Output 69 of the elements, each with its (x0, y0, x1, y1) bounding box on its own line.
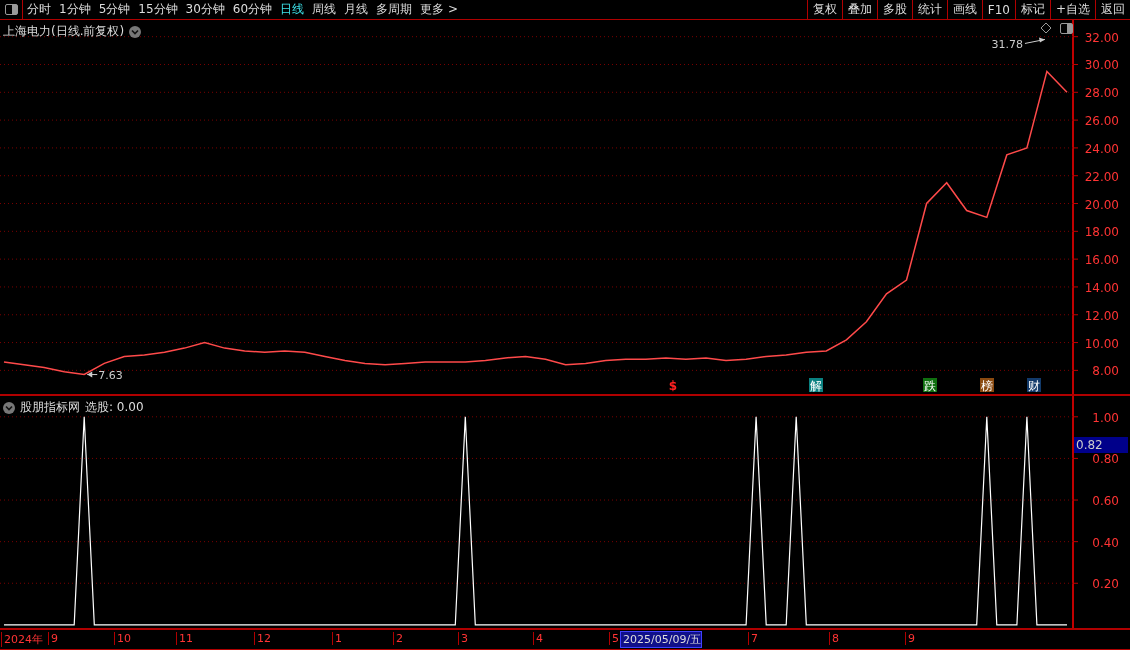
period-tab[interactable]: 分时 (23, 0, 55, 20)
axis-label: 0.60 (1092, 494, 1119, 509)
toolbar-button[interactable]: 叠加 (841, 0, 877, 20)
diamond-icon[interactable] (1040, 22, 1052, 35)
axis-label: 12 (254, 632, 271, 646)
low-marker-arrow (86, 372, 98, 378)
axis-label: 18.00 (1084, 225, 1119, 240)
axis-label: 30.00 (1084, 59, 1119, 73)
axis-label: 10 (114, 632, 131, 646)
toolbar-button[interactable]: F10 (981, 0, 1015, 20)
axis-label: 1.00 (1092, 411, 1119, 426)
axis-label: 9 (48, 632, 58, 646)
chart-title: 上海电力(日线.前复权) (3, 23, 125, 41)
toolbar-button[interactable]: 返回 (1095, 0, 1130, 20)
axis-label: 10.00 (1084, 337, 1119, 352)
cursor-value-label: 0.82 (1074, 437, 1128, 454)
axis-label: 0.40 (1092, 536, 1119, 551)
axis-label: 26.00 (1084, 114, 1119, 129)
event-badge[interactable]: 解 (809, 378, 823, 394)
axis-label: 3 (458, 632, 468, 646)
cursor-date-label: 2025/05/09/五 (620, 631, 703, 649)
toolbar-button[interactable]: 复权 (806, 0, 842, 20)
indicator-name: 股朋指标网 (20, 399, 80, 417)
toolbar-button[interactable]: 统计 (911, 0, 947, 20)
axis-label: 7 (748, 632, 758, 646)
dropdown-icon[interactable] (3, 402, 15, 414)
event-badge[interactable]: 财 (1027, 378, 1041, 394)
period-tab[interactable]: 15分钟 (134, 0, 182, 20)
axis-label: 14.00 (1084, 281, 1119, 296)
period-tab[interactable]: 30分钟 (181, 0, 229, 20)
axis-label: 8 (829, 632, 839, 646)
axis-label: 5 (609, 632, 619, 646)
period-tab[interactable]: 日线 (276, 0, 309, 20)
axis-label: 11 (176, 632, 193, 646)
toolbar-button[interactable]: 多股 (876, 0, 912, 20)
indicator-reading: 选股: 0.00 (85, 399, 144, 417)
axis-label: 8.00 (1092, 364, 1119, 379)
axis-label: 22.00 (1084, 170, 1119, 185)
period-tab[interactable]: 1分钟 (55, 0, 95, 20)
axis-label: 2024年 (1, 632, 43, 648)
high-marker-arrow (1024, 37, 1046, 45)
toolbar-button[interactable]: +自选 (1049, 0, 1095, 20)
axis-label: 32.00 (1084, 31, 1119, 46)
dropdown-icon[interactable] (129, 26, 142, 38)
axis-label: 0.80 (1092, 452, 1119, 467)
axis-label: 1 (332, 632, 342, 646)
toolbar-button[interactable]: 画线 (946, 0, 982, 20)
low-price-label: 7.63 (98, 369, 123, 382)
period-tab[interactable]: 5分钟 (94, 0, 135, 20)
event-badge[interactable]: 跌 (923, 378, 937, 394)
panel-toggle-icon[interactable] (1060, 23, 1073, 34)
axis-label: 20.00 (1084, 198, 1119, 212)
period-tab[interactable]: 周线 (308, 0, 341, 20)
axis-label: 2 (393, 632, 403, 646)
axis-label: 4 (533, 632, 543, 646)
period-tab[interactable]: 更多 > (416, 0, 462, 20)
event-mark[interactable]: $ (668, 379, 678, 394)
toolbar-button[interactable]: 标记 (1014, 0, 1050, 20)
high-price-label: 31.78 (991, 38, 1023, 52)
period-tab[interactable]: 60分钟 (228, 0, 277, 20)
axis-label: 0.20 (1092, 577, 1119, 592)
axis-label: 12.00 (1084, 309, 1119, 324)
axis-label: 28.00 (1084, 86, 1119, 101)
period-tab[interactable]: 多周期 (372, 0, 417, 20)
axis-label: 24.00 (1084, 142, 1119, 157)
period-tab[interactable]: 月线 (340, 0, 373, 20)
axis-label: 16.00 (1084, 253, 1119, 268)
axis-label: 9 (905, 632, 915, 646)
event-badge[interactable]: 榜 (980, 378, 994, 394)
